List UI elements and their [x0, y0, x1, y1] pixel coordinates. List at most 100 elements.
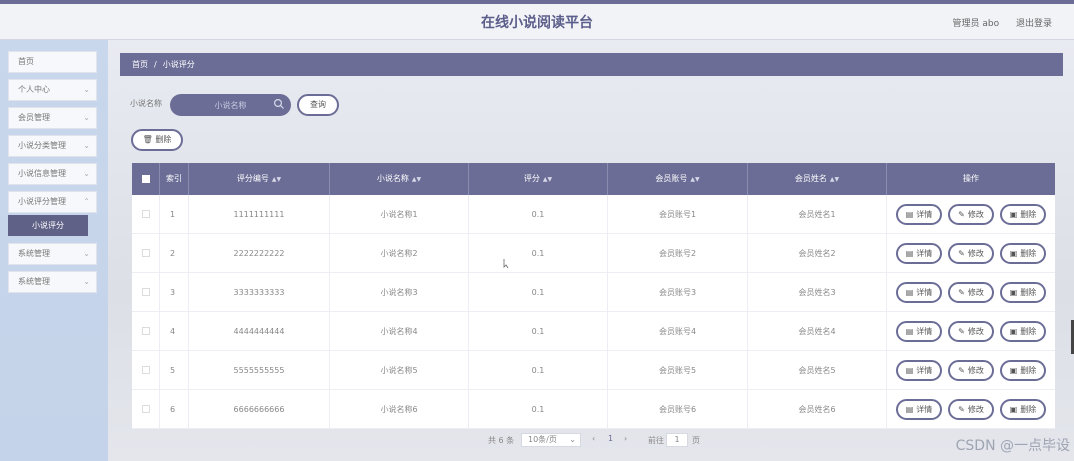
cell-member-name: 会员姓名4 [748, 312, 887, 351]
cell-member-account: 会员账号3 [608, 273, 748, 312]
breadcrumb: 首页 / 小说评分 [120, 53, 1063, 76]
chevron-down-icon: ⌄ [83, 85, 90, 94]
watermark-text: CSDN @一点毕设 [955, 438, 1070, 454]
cell-member-account: 会员账号1 [608, 195, 748, 234]
sort-icon: ▲▼ [542, 176, 553, 183]
sidebar-item-novel-category-management[interactable]: 小说分类管理 ⌄ [8, 135, 97, 157]
detail-button[interactable]: ▤ 详情 [896, 204, 942, 225]
row-select-cell [132, 390, 160, 429]
detail-button[interactable]: ▤ 详情 [896, 399, 942, 420]
chevron-down-icon: ⌄ [83, 141, 90, 150]
pagination-controls: ‹ 1 › [588, 433, 638, 447]
sort-icon: ▲▼ [690, 176, 700, 183]
cell-score: 0.1 [469, 273, 608, 312]
table-header: 索引 评分编号 ▲▼ 小说名称 ▲▼ 评分 ▲▼ 会员账号 ▲▼ 会员姓名 ▲▼ 操作 [132, 163, 1055, 195]
delete-label: 删除 [1020, 210, 1037, 219]
cell-member-name: 会员姓名2 [748, 234, 887, 273]
sidebar-item-member-management[interactable]: 会员管理 ⌄ [8, 107, 97, 129]
cell-novel-name: 小说名称5 [330, 351, 469, 390]
trash-icon: ▣ [1009, 405, 1018, 414]
table-row: 5 5555555555 小说名称5 0.1 会员账号5 会员姓名5 ▤ 详情 ✎… [132, 351, 1055, 390]
edit-button[interactable]: ✎ 修改 [948, 204, 994, 225]
query-button[interactable]: 查询 [297, 94, 339, 116]
row-checkbox[interactable] [142, 288, 150, 296]
delete-button[interactable]: ▣ 删除 [1000, 399, 1046, 420]
delete-button[interactable]: ▣ 删除 [1000, 282, 1046, 303]
sidebar-item-label: 首页 [18, 57, 34, 66]
cell-index: 3 [160, 273, 189, 312]
document-icon: ▤ [905, 288, 914, 297]
column-header-label: 评分 [523, 174, 540, 183]
column-header-member-name[interactable]: 会员姓名 ▲▼ [748, 163, 887, 195]
row-select-cell [132, 195, 160, 234]
row-select-cell [132, 234, 160, 273]
document-icon: ▤ [905, 405, 914, 414]
edit-button[interactable]: ✎ 修改 [948, 399, 994, 420]
select-all-checkbox[interactable] [142, 175, 150, 183]
detail-button[interactable]: ▤ 详情 [896, 243, 942, 264]
trash-icon: 🗑 [142, 135, 153, 144]
mouse-cursor-icon [503, 259, 509, 269]
detail-label: 详情 [916, 249, 933, 258]
detail-button[interactable]: ▤ 详情 [896, 321, 942, 342]
pencil-icon: ✎ [958, 288, 965, 297]
pencil-icon: ✎ [958, 327, 965, 336]
page-size-select[interactable]: 10条/页 ⌄ [521, 433, 581, 447]
column-header-actions: 操作 [963, 174, 979, 183]
edit-button[interactable]: ✎ 修改 [948, 282, 994, 303]
current-user[interactable]: 管理员 abo [953, 19, 1000, 29]
row-select-cell [132, 312, 160, 351]
cell-score: 0.1 [469, 390, 608, 429]
next-page-button[interactable]: › [624, 433, 627, 445]
edit-button[interactable]: ✎ 修改 [948, 321, 994, 342]
sidebar-item-novel-info-management[interactable]: 小说信息管理 ⌄ [8, 163, 97, 185]
cell-novel-name: 小说名称1 [330, 195, 469, 234]
cell-member-account: 会员账号4 [608, 312, 748, 351]
row-checkbox[interactable] [142, 327, 150, 335]
row-checkbox[interactable] [142, 366, 150, 374]
trash-icon: ▣ [1009, 288, 1018, 297]
edit-label: 修改 [967, 210, 984, 219]
rating-table: 索引 评分编号 ▲▼ 小说名称 ▲▼ 评分 ▲▼ 会员账号 ▲▼ 会员姓名 ▲▼ 操作 1… [132, 163, 1055, 429]
delete-button[interactable]: ▣ 删除 [1000, 204, 1046, 225]
current-page-number[interactable]: 1 [608, 433, 613, 445]
sidebar-subitem-novel-rating[interactable]: 小说评分 [8, 215, 88, 236]
detail-button[interactable]: ▤ 详情 [896, 282, 942, 303]
delete-button[interactable]: ▣ 删除 [1000, 360, 1046, 381]
row-checkbox[interactable] [142, 210, 150, 218]
document-icon: ▤ [905, 249, 914, 258]
detail-label: 详情 [916, 366, 933, 375]
cell-novel-name: 小说名称4 [330, 312, 469, 351]
logout-link[interactable]: 退出登录 [1016, 19, 1052, 29]
page-size-value: 10条/页 [528, 435, 557, 444]
delete-button[interactable]: ▣ 删除 [1000, 321, 1046, 342]
sidebar-item-home[interactable]: 首页 [8, 51, 97, 73]
column-header-member-account[interactable]: 会员账号 ▲▼ [608, 163, 748, 195]
cell-score: 0.1 [469, 351, 608, 390]
batch-delete-button[interactable]: 🗑 删除 [131, 129, 183, 151]
delete-button[interactable]: ▣ 删除 [1000, 243, 1046, 264]
column-header-label: 小说名称 [376, 174, 409, 183]
detail-button[interactable]: ▤ 详情 [896, 360, 942, 381]
goto-page-input[interactable]: 1 [666, 433, 688, 447]
sidebar-item-novel-rating-management[interactable]: 小说评分管理 ⌃ [8, 191, 97, 213]
sidebar-item-system-2[interactable]: 系统管理 ⌄ [8, 271, 97, 293]
edit-button[interactable]: ✎ 修改 [948, 243, 994, 264]
cell-rating-no: 4444444444 [189, 312, 330, 351]
column-header-score[interactable]: 评分 ▲▼ [469, 163, 608, 195]
column-header-novel-name[interactable]: 小说名称 ▲▼ [330, 163, 469, 195]
detail-label: 详情 [916, 210, 933, 219]
edit-button[interactable]: ✎ 修改 [948, 360, 994, 381]
column-header-rating-no[interactable]: 评分编号 ▲▼ [189, 163, 330, 195]
sidebar-item-label: 会员管理 [18, 113, 50, 122]
document-icon: ▤ [905, 210, 914, 219]
row-checkbox[interactable] [142, 249, 150, 257]
row-checkbox[interactable] [142, 405, 150, 413]
breadcrumb-home[interactable]: 首页 [132, 60, 148, 69]
sidebar-item-personal-center[interactable]: 个人中心 ⌄ [8, 79, 97, 101]
sidebar: 首页 个人中心 ⌄ 会员管理 ⌄ 小说分类管理 ⌄ 小说信息管理 ⌄ 小说评分管… [0, 40, 108, 461]
prev-page-button[interactable]: ‹ [592, 433, 595, 445]
trash-icon: ▣ [1009, 210, 1018, 219]
sidebar-item-system-1[interactable]: 系统管理 ⌄ [8, 243, 97, 265]
cell-index: 2 [160, 234, 189, 273]
